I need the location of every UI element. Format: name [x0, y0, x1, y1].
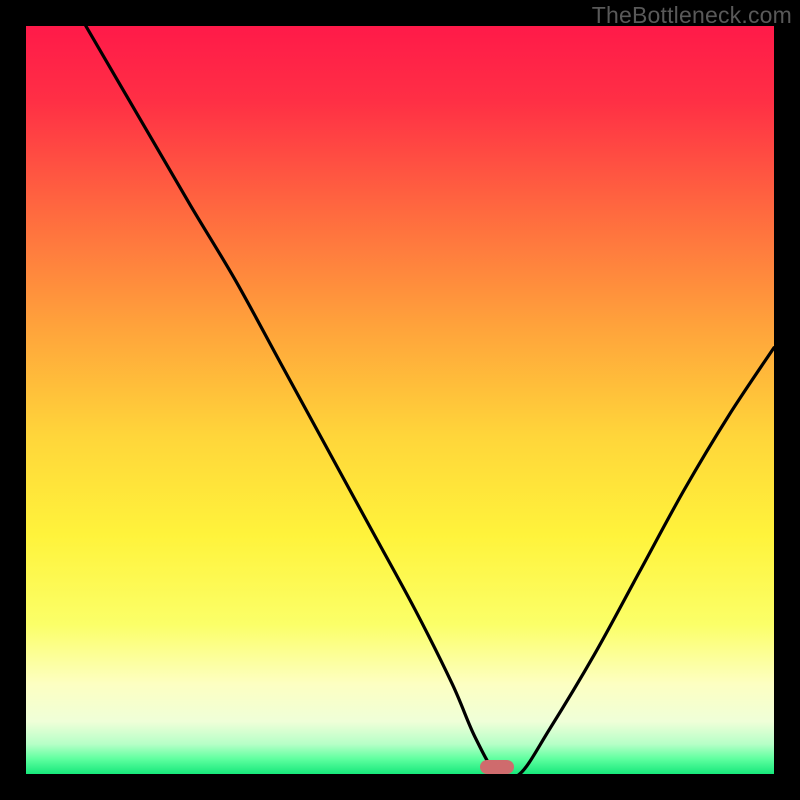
chart-svg [26, 26, 774, 774]
optimal-marker [480, 760, 514, 774]
plot-area [26, 26, 774, 774]
watermark-text: TheBottleneck.com [592, 2, 792, 29]
gradient-background [26, 26, 774, 774]
chart-frame: TheBottleneck.com [0, 0, 800, 800]
